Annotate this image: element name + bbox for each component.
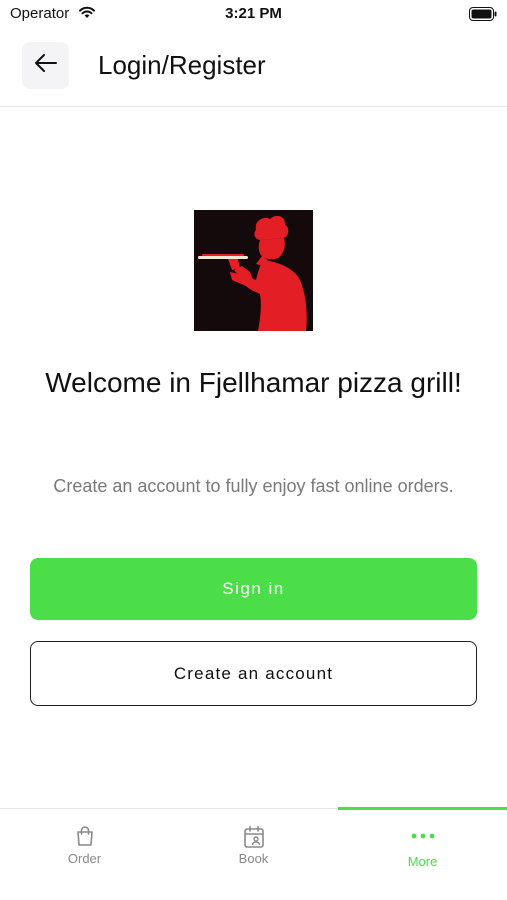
shopping-bag-icon	[0, 825, 169, 847]
tab-more-label: More	[407, 854, 438, 869]
status-time: 3:21 PM	[225, 5, 282, 22]
tab-bar: Order Book More	[0, 807, 507, 900]
arrow-left-icon	[34, 53, 58, 78]
tab-order[interactable]: Order	[0, 809, 169, 900]
create-account-button[interactable]: Create an account	[30, 641, 477, 706]
tab-book-label: Book	[238, 851, 269, 866]
sign-in-button[interactable]: Sign in	[30, 558, 477, 620]
calendar-person-icon	[169, 825, 338, 849]
welcome-title: Welcome in Fjellhamar pizza grill!	[45, 367, 462, 398]
status-bar: Operator 3:21 PM	[0, 0, 507, 28]
welcome-subtitle: Create an account to fully enjoy fast on…	[53, 476, 454, 496]
tab-active-indicator	[338, 807, 507, 810]
pizza-chef-logo	[194, 210, 313, 331]
login-register-screen: Operator 3:21 PM Login/Register Welcome …	[0, 0, 507, 900]
header: Login/Register	[0, 40, 507, 107]
page-title: Login/Register	[98, 50, 266, 80]
tab-book[interactable]: Book	[169, 809, 338, 900]
more-dots-icon	[338, 833, 507, 839]
tab-more[interactable]: More	[338, 807, 507, 900]
battery-icon	[469, 7, 497, 26]
back-button[interactable]	[22, 42, 69, 89]
tab-order-label: Order	[67, 851, 102, 866]
pizza-chef-icon	[198, 215, 307, 331]
